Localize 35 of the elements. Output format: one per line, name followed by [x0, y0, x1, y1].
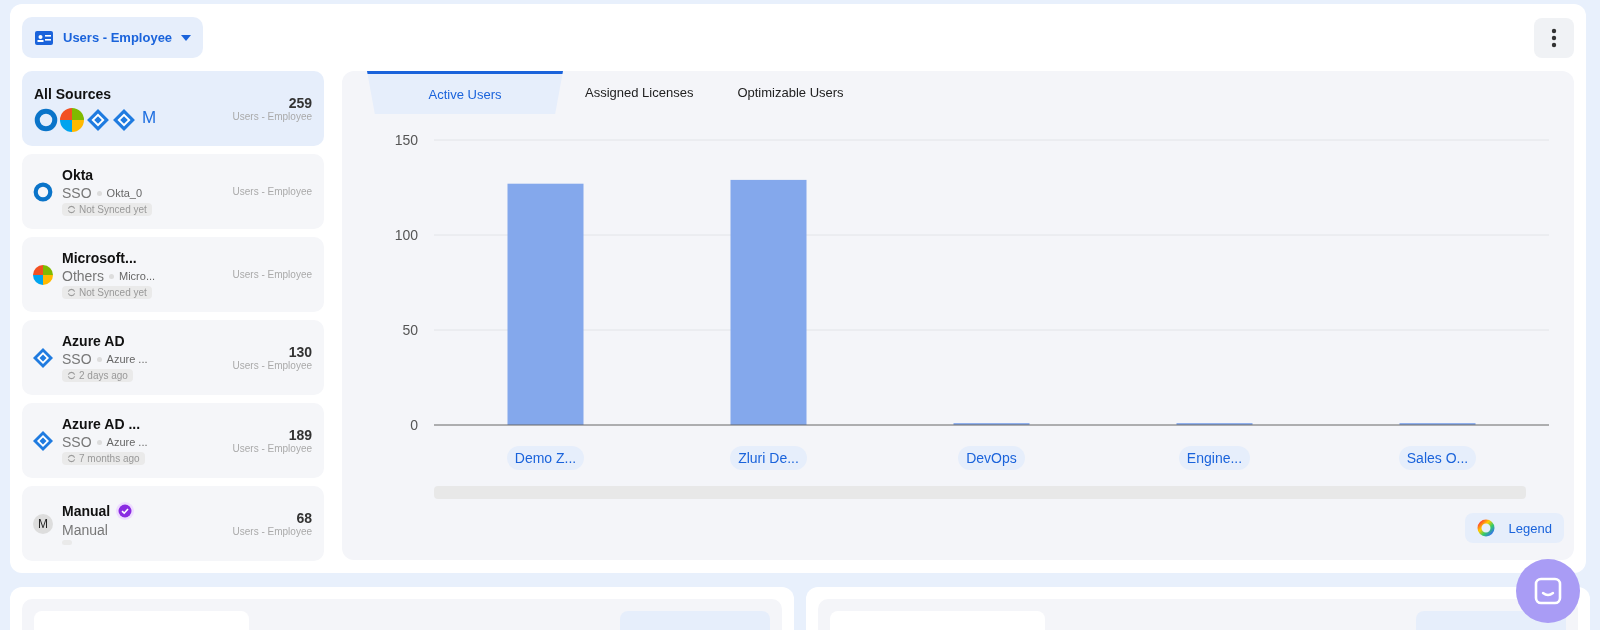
source-name: Azure AD ... — [62, 416, 141, 432]
user-count: 68 — [296, 510, 312, 526]
instance-name: Micro... — [119, 270, 156, 282]
letter-icon: M — [142, 107, 166, 132]
source-name: Azure AD — [62, 333, 125, 349]
count-label: Users - Employee — [232, 443, 312, 454]
count-label: Users - Employee — [232, 186, 312, 197]
sync-status-badge: 7 months ago — [62, 452, 145, 465]
user-count: 189 — [288, 427, 312, 443]
source-name: Okta — [62, 167, 94, 183]
source-name: All Sources — [34, 85, 113, 102]
source-name: Microsoft... — [62, 250, 137, 266]
count-label: Users - Employee — [232, 526, 312, 537]
sync-status-badge: 2 days ago — [62, 369, 133, 382]
source-type: SSO — [62, 185, 92, 201]
y-axis-label: 100 — [394, 227, 418, 243]
count-label: Users - Employee — [232, 269, 312, 280]
count-label: Users - Employee — [232, 360, 312, 371]
source-type: Manual — [62, 522, 108, 538]
source-type: SSO — [62, 351, 92, 367]
y-axis-label: 0 — [410, 417, 418, 432]
source-type: SSO — [62, 434, 92, 450]
sync-status-badge: Not Synced yet — [62, 203, 152, 216]
user-count: 130 — [288, 344, 312, 360]
letter-avatar-icon: M — [33, 513, 53, 534]
source-name: Manual — [62, 503, 111, 519]
source-type: Others — [62, 268, 104, 284]
instance-name: Okta_0 — [106, 187, 143, 199]
y-axis-label: 50 — [402, 322, 418, 338]
instance-name: Azure ... — [106, 353, 148, 365]
sync-status-badge: Not Synced yet — [62, 286, 152, 299]
count-label: Users - Employee — [232, 111, 312, 122]
y-axis-label: 150 — [394, 132, 418, 148]
user-count: 259 — [288, 95, 312, 111]
instance-name: Azure ... — [106, 436, 148, 448]
